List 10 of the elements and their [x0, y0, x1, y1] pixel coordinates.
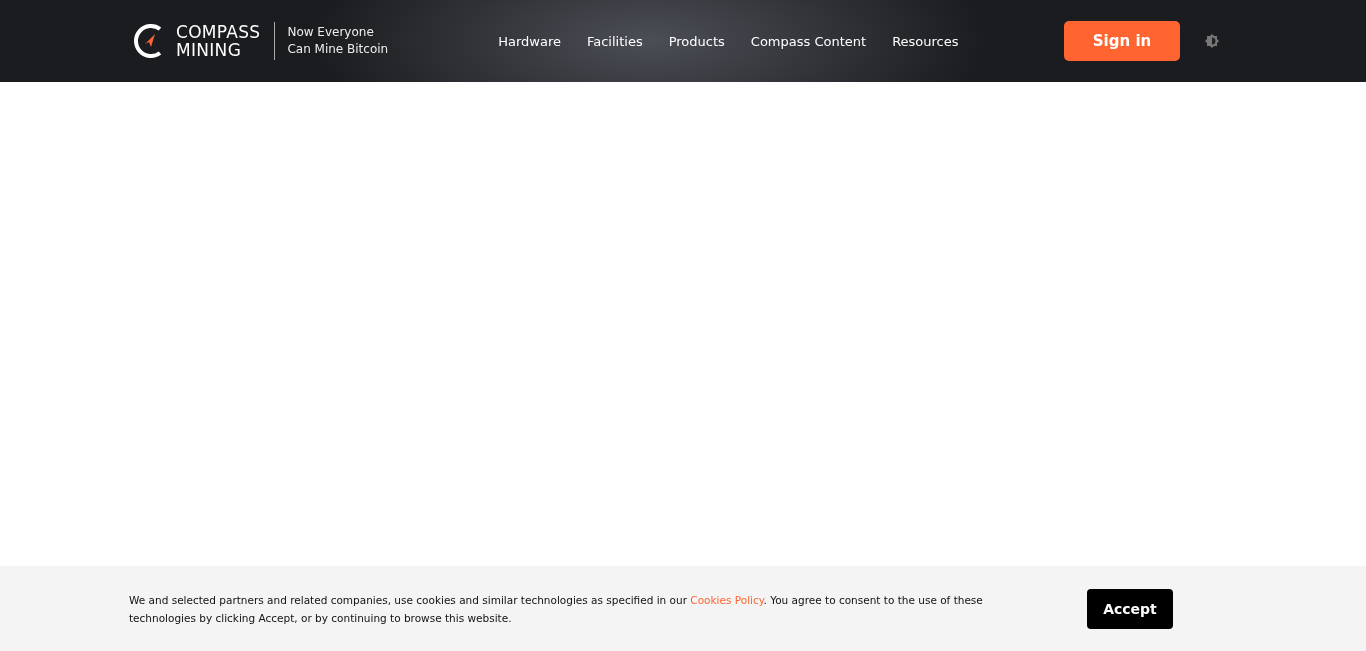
nav-link[interactable]: Products	[668, 33, 725, 49]
cookie-notice-text: We and selected partners and related companies, use cookies and similar technologies as specified in our Cookies Policy. You agree to consent to the use of these technologies by clicking Accept, or by continuing to browse this website.	[129, 592, 984, 626]
nav-link[interactable]: Resources	[892, 33, 959, 49]
nav-link[interactable]: Facilities	[586, 33, 643, 49]
nav-link[interactable]: Compass Content	[750, 33, 867, 49]
tagline: Now Everyone Can Mine Bitcoin	[287, 24, 389, 58]
logo-wordmark[interactable]: COMPASS MINING	[176, 23, 261, 59]
theme-toggle-icon[interactable]	[1204, 33, 1220, 49]
nav-link[interactable]: Hardware	[498, 33, 561, 49]
accept-button[interactable]: Accept	[1087, 588, 1173, 629]
